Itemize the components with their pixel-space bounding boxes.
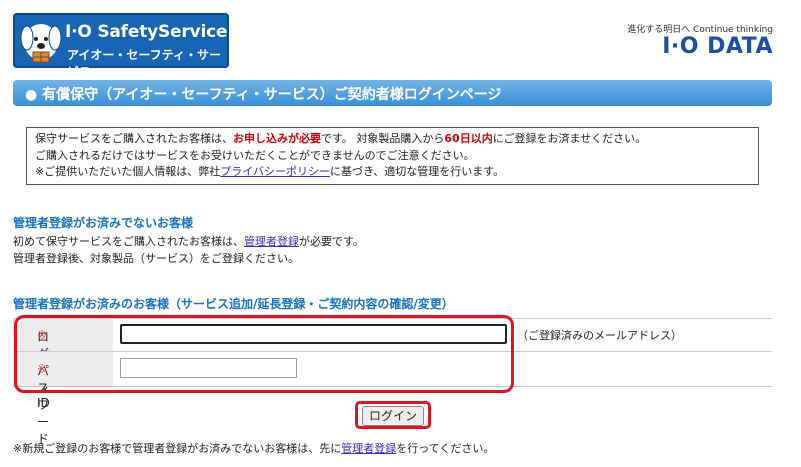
logo-title: I·O SafetyService [65, 22, 228, 42]
iodata-logo: I·O DATA [662, 34, 773, 59]
login-id-hint: （ご登録済みのメールアドレス） [517, 329, 682, 342]
page-title-bar: ● 有償保守（アイオー・セーフティ・サービス）ご契約者様ログインページ [13, 80, 772, 106]
footer-admin-registration-link[interactable]: 管理者登録 [341, 442, 396, 455]
logo-subtitle: アイオー・セーフティ・サービス [67, 48, 221, 68]
safety-service-logo: I·O SafetyService アイオー・セーフティ・サービス [13, 13, 229, 68]
footer-note: ※新規ご登録のお客様で管理者登録がお済みでないお客様は、先に管理者登録を行ってく… [13, 442, 495, 455]
registered-heading: 管理者登録がお済みのお客様（サービス追加/延長登録・ご契約内容の確認/変更） [13, 297, 454, 311]
notice-line-2: ご購入されるだけではサービスをお受けいただくことができませんのでご注意ください。 [35, 149, 475, 162]
notice-box: 保守サービスをご購入されたお客様は、お申し込みが必要です。 対象製品購入から60… [26, 127, 759, 185]
login-button-highlight: ログイン [355, 401, 431, 429]
login-button[interactable]: ログイン [362, 406, 424, 426]
unregistered-line-2: 管理者登録後、対象製品（サービス）をご登録ください。 [13, 252, 299, 265]
notice-line-1: 保守サービスをご購入されたお客様は、お申し込みが必要です。 対象製品購入から60… [35, 132, 647, 145]
admin-registration-link[interactable]: 管理者登録 [244, 235, 299, 248]
privacy-policy-link[interactable]: プライバシーポリシー [220, 165, 330, 178]
unregistered-line-1: 初めて保守サービスをご購入されたお客様は、管理者登録が必要です。 [13, 235, 364, 248]
dog-mascot-icon [20, 24, 62, 63]
unregistered-heading: 管理者登録がお済みでないお客様 [13, 216, 194, 230]
page-title: ● 有償保守（アイオー・セーフティ・サービス）ご契約者様ログインページ [25, 87, 502, 103]
form-highlight-frame [14, 315, 514, 393]
notice-line-3: ※ご提供いただいた個人情報は、弊社プライバシーポリシーに基づき、適切な管理を行い… [35, 165, 505, 178]
